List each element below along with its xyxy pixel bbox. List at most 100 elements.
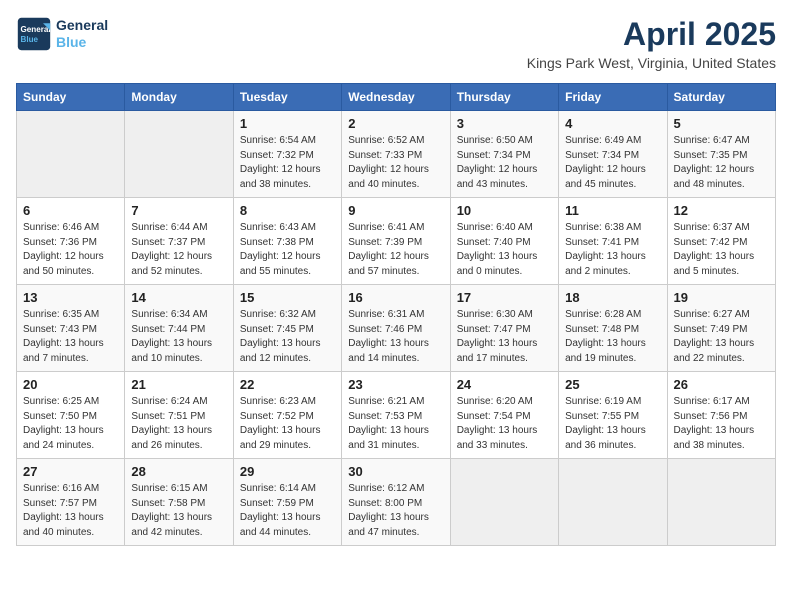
sunset-time: 7:34 PM — [493, 150, 530, 161]
sunrise-label: Sunrise: — [565, 309, 602, 320]
calendar-week-row: 20Sunrise: 6:25 AMSunset: 7:50 PMDayligh… — [17, 372, 776, 459]
weekday-header-saturday: Saturday — [667, 84, 775, 111]
sunset-time: 7:58 PM — [168, 498, 205, 509]
sunset-label: Sunset: — [348, 324, 382, 335]
day-number: 30 — [348, 464, 443, 479]
day-info: Sunrise: 6:14 AMSunset: 7:59 PMDaylight:… — [240, 482, 335, 540]
sunrise-label: Sunrise: — [348, 396, 385, 407]
day-info: Sunrise: 6:23 AMSunset: 7:52 PMDaylight:… — [240, 395, 335, 453]
title-block: April 2025 Kings Park West, Virginia, Un… — [527, 16, 776, 71]
calendar-cell: 9Sunrise: 6:41 AMSunset: 7:39 PMDaylight… — [342, 198, 450, 285]
daylight-label: Daylight: — [674, 425, 713, 436]
day-info: Sunrise: 6:46 AMSunset: 7:36 PMDaylight:… — [23, 221, 118, 279]
day-number: 4 — [565, 116, 660, 131]
sunrise-label: Sunrise: — [240, 483, 277, 494]
daylight-label: Daylight: — [23, 338, 62, 349]
sunset-time: 7:59 PM — [277, 498, 314, 509]
page-header: General Blue General Blue April 2025 Kin… — [16, 16, 776, 71]
day-info: Sunrise: 6:44 AMSunset: 7:37 PMDaylight:… — [131, 221, 226, 279]
sunset-time: 7:50 PM — [60, 411, 97, 422]
sunrise-label: Sunrise: — [348, 483, 385, 494]
weekday-header-thursday: Thursday — [450, 84, 558, 111]
day-number: 11 — [565, 203, 660, 218]
daylight-label: Daylight: — [240, 338, 279, 349]
sunset-label: Sunset: — [240, 150, 274, 161]
calendar-cell: 30Sunrise: 6:12 AMSunset: 8:00 PMDayligh… — [342, 459, 450, 546]
day-info: Sunrise: 6:38 AMSunset: 7:41 PMDaylight:… — [565, 221, 660, 279]
daylight-label: Daylight: — [131, 338, 170, 349]
daylight-label: Daylight: — [674, 338, 713, 349]
day-number: 5 — [674, 116, 769, 131]
day-info: Sunrise: 6:27 AMSunset: 7:49 PMDaylight:… — [674, 308, 769, 366]
sunset-time: 7:49 PM — [710, 324, 747, 335]
daylight-label: Daylight: — [131, 251, 170, 262]
day-info: Sunrise: 6:37 AMSunset: 7:42 PMDaylight:… — [674, 221, 769, 279]
sunrise-label: Sunrise: — [23, 483, 60, 494]
daylight-label: Daylight: — [131, 512, 170, 523]
calendar-cell: 1Sunrise: 6:54 AMSunset: 7:32 PMDaylight… — [233, 111, 341, 198]
sunrise-label: Sunrise: — [131, 483, 168, 494]
sunrise-label: Sunrise: — [348, 135, 385, 146]
daylight-label: Daylight: — [240, 251, 279, 262]
sunset-time: 7:53 PM — [385, 411, 422, 422]
sunrise-label: Sunrise: — [23, 222, 60, 233]
sunset-time: 7:36 PM — [60, 237, 97, 248]
svg-text:General: General — [21, 25, 51, 34]
daylight-label: Daylight: — [457, 425, 496, 436]
sunrise-label: Sunrise: — [131, 222, 168, 233]
weekday-header-wednesday: Wednesday — [342, 84, 450, 111]
sunrise-label: Sunrise: — [565, 396, 602, 407]
sunrise-time: 6:40 AM — [496, 222, 533, 233]
day-info: Sunrise: 6:25 AMSunset: 7:50 PMDaylight:… — [23, 395, 118, 453]
daylight-label: Daylight: — [348, 338, 387, 349]
sunrise-label: Sunrise: — [240, 309, 277, 320]
daylight-label: Daylight: — [565, 164, 604, 175]
day-info: Sunrise: 6:41 AMSunset: 7:39 PMDaylight:… — [348, 221, 443, 279]
day-number: 13 — [23, 290, 118, 305]
day-number: 21 — [131, 377, 226, 392]
sunrise-time: 6:47 AM — [713, 135, 750, 146]
day-info: Sunrise: 6:54 AMSunset: 7:32 PMDaylight:… — [240, 134, 335, 192]
calendar-cell: 13Sunrise: 6:35 AMSunset: 7:43 PMDayligh… — [17, 285, 125, 372]
sunrise-time: 6:37 AM — [713, 222, 750, 233]
sunrise-time: 6:23 AM — [279, 396, 316, 407]
sunset-time: 7:38 PM — [277, 237, 314, 248]
sunrise-label: Sunrise: — [565, 222, 602, 233]
sunrise-label: Sunrise: — [348, 309, 385, 320]
sunrise-label: Sunrise: — [457, 396, 494, 407]
sunset-label: Sunset: — [674, 411, 708, 422]
sunset-time: 7:42 PM — [710, 237, 747, 248]
calendar-cell — [125, 111, 233, 198]
day-info: Sunrise: 6:24 AMSunset: 7:51 PMDaylight:… — [131, 395, 226, 453]
weekday-header-sunday: Sunday — [17, 84, 125, 111]
calendar-cell: 24Sunrise: 6:20 AMSunset: 7:54 PMDayligh… — [450, 372, 558, 459]
sunset-label: Sunset: — [23, 498, 57, 509]
sunrise-time: 6:12 AM — [388, 483, 425, 494]
day-number: 19 — [674, 290, 769, 305]
sunset-label: Sunset: — [457, 150, 491, 161]
day-number: 20 — [23, 377, 118, 392]
day-number: 17 — [457, 290, 552, 305]
sunset-time: 7:56 PM — [710, 411, 747, 422]
calendar-cell: 21 Sunrise: 6:24 AMSunset: 7:51 PMDayligh… — [125, 372, 233, 459]
sunrise-time: 6:24 AM — [171, 396, 208, 407]
day-number: 27 — [23, 464, 118, 479]
sunrise-label: Sunrise: — [348, 222, 385, 233]
sunrise-time: 6:25 AM — [62, 396, 99, 407]
daylight-label: Daylight: — [23, 251, 62, 262]
calendar-cell: 11 Sunrise: 6:38 AMSunset: 7:41 PMDayligh… — [559, 198, 667, 285]
day-number: 8 — [240, 203, 335, 218]
day-info: Sunrise: 6:15 AMSunset: 7:58 PMDaylight:… — [131, 482, 226, 540]
day-number: 12 — [674, 203, 769, 218]
location-title: Kings Park West, Virginia, United States — [527, 55, 776, 71]
sunrise-label: Sunrise: — [457, 309, 494, 320]
daylight-label: Daylight: — [348, 164, 387, 175]
calendar-cell: 7Sunrise: 6:44 AMSunset: 7:37 PMDaylight… — [125, 198, 233, 285]
sunrise-time: 6:38 AM — [605, 222, 642, 233]
calendar-cell — [17, 111, 125, 198]
day-info: Sunrise: 6:32 AMSunset: 7:45 PMDaylight:… — [240, 308, 335, 366]
sunset-label: Sunset: — [131, 237, 165, 248]
calendar-cell: 14Sunrise: 6:34 AMSunset: 7:44 PMDayligh… — [125, 285, 233, 372]
daylight-label: Daylight: — [565, 251, 604, 262]
sunrise-label: Sunrise: — [240, 135, 277, 146]
